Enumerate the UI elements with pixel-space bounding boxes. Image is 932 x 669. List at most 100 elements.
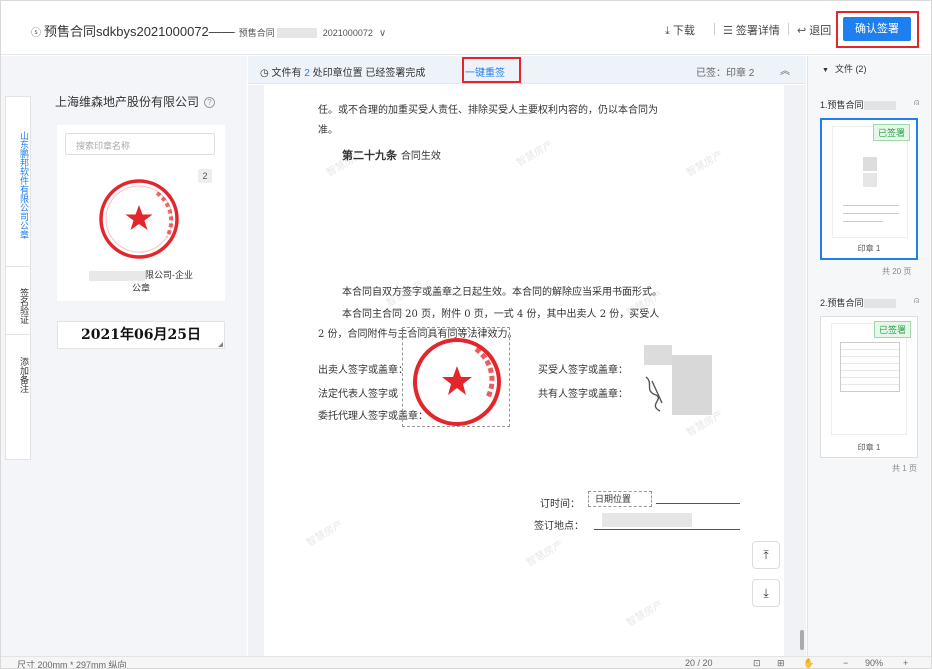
watermark: 智慧房产 (304, 519, 346, 549)
notice-suffix: 处印章位置 已经签署完成 (312, 68, 426, 79)
redacted-block (276, 27, 317, 38)
list-icon: ☰ (723, 25, 733, 37)
seller-rep-label: 法定代表人签字或 (318, 389, 398, 400)
files-header-label: 文件 (2) (834, 64, 867, 74)
thumbnail-caption: 印章 1 (857, 244, 881, 253)
thumbnail-line (843, 221, 883, 222)
sign-place-label: 签订地点： (534, 521, 584, 532)
seal-name-line2: 公章 (131, 283, 150, 293)
zoom-out-button[interactable]: − (843, 658, 848, 668)
page-count: 共 1 页 (892, 464, 917, 473)
redacted-block (602, 513, 692, 527)
page-size: 尺寸 200mm * 297mm 纵向 (17, 660, 127, 669)
handwritten-signature (645, 376, 663, 412)
document-title[interactable]: ⓢ 预售合同sdkbys2021000072—— 预售合同 2021000072 ∨ (31, 21, 386, 40)
sign-details-label: 签署详情 (735, 25, 780, 37)
seller-sign-label: 出卖人签字或盖章： (318, 365, 408, 376)
article-heading: 第二十九条 合同生效 (342, 147, 441, 163)
date-stamp[interactable]: 2021年06月25日 (57, 321, 225, 349)
tab-company-seal[interactable]: 山东鹏邦软件有限公司公章 (6, 101, 30, 267)
app-window: ⓢ 预售合同sdkbys2021000072—— 预售合同 2021000072 ∨ ⤓… (0, 0, 932, 669)
thumbnail-page (831, 323, 907, 435)
file-thumbnail[interactable]: 已签署 印章 1 (820, 118, 918, 260)
notice-bar: ◷ 文件有 2 处印章位置 已经签署完成 一键重签 已签：印章 2 ︽ (248, 56, 806, 84)
resize-corner-icon[interactable] (218, 342, 223, 347)
watermark: 智慧房产 (514, 139, 556, 169)
doc-line: 任。或不合理的加重买受人责任、排除买受人主要权利内容的，仍以本合同为 (318, 105, 658, 116)
file-thumbnail[interactable]: 已签署 印章 1 (820, 316, 918, 458)
scrollbar[interactable] (800, 630, 804, 650)
placed-seal-icon[interactable] (410, 335, 504, 429)
article-title: 合同生效 (400, 151, 441, 162)
divider (714, 23, 715, 35)
company-name: 上海维森地产股份有限公司? (55, 93, 216, 110)
clock-icon: ◷ (260, 68, 269, 79)
document-viewer[interactable]: 智慧房产 智慧房产 智慧房产 智慧房产 智慧房产 智慧房产 智慧房产 智慧房产 … (248, 85, 806, 656)
tab-signature-verify[interactable]: 签名验证 (6, 273, 30, 335)
company-label: 上海维森地产股份有限公司 (55, 95, 200, 109)
return-icon: ↩ (797, 25, 807, 37)
thumbnail-line (843, 213, 899, 214)
title-sub: 预售合同 (238, 28, 275, 38)
tab-add-note[interactable]: 添加备注 (6, 343, 30, 403)
page-indicator: 20 / 20 (685, 658, 713, 668)
sign-time-label: 订时间： (540, 499, 580, 510)
file-item[interactable]: 1.预售合同 ⍝ (820, 97, 919, 111)
watermark: 智慧房产 (684, 149, 726, 179)
buyer-common-label: 共有人签字或盖章： (538, 389, 628, 400)
fit-width-icon[interactable]: ⊡ (753, 658, 761, 668)
doc-line: 准。 (318, 125, 338, 136)
redacted-block (863, 299, 896, 309)
title-icon: ⓢ (31, 28, 41, 39)
zoom-in-button[interactable]: + (903, 658, 908, 668)
right-panel: ▼ 文件 (2) 1.预售合同 ⍝ 已签署 印章 1 共 20 页 2.预售合同 ⍝ … (807, 56, 931, 656)
file-name: 2.预售合同 (820, 298, 864, 308)
doc-line: 本合同自双方签字或盖章之日起生效。本合同的解除应当采用书面形式。 (342, 287, 662, 298)
redacted-block (644, 345, 672, 365)
notice-message: ◷ 文件有 2 处印章位置 已经签署完成 (260, 64, 425, 79)
thumbnail-caption: 印章 1 (857, 443, 881, 452)
seal-stamp-icon[interactable] (97, 177, 181, 261)
underline (594, 529, 740, 530)
title-main: 预售合同sdkbys2021000072—— (44, 24, 235, 39)
redacted-block (863, 101, 896, 111)
buyer-sign-label: 买受人签字或盖章： (538, 365, 628, 376)
notice-prefix: 文件有 (271, 68, 302, 79)
watermark: 智慧房产 (624, 599, 666, 629)
files-header[interactable]: ▼ 文件 (2) (822, 62, 866, 75)
fit-page-icon[interactable]: ⊞ (777, 658, 785, 668)
scroll-bottom-icon[interactable]: ⤓ (752, 579, 780, 607)
thumbnail-line (843, 205, 899, 206)
caret-down-icon: ▼ (822, 67, 829, 74)
top-header: ⓢ 预售合同sdkbys2021000072—— 预售合同 2021000072 ∨ ⤓… (1, 1, 931, 55)
help-icon[interactable]: ? (204, 97, 216, 109)
divider (788, 23, 789, 35)
thumbnail-page (832, 126, 908, 238)
hand-tool-icon[interactable]: ✋ (803, 658, 814, 668)
seal-name: 限公司-企业 公章 (65, 269, 217, 295)
signed-badge: 已签署 (872, 124, 910, 141)
watermark: 智慧房产 (524, 539, 566, 569)
seal-count-badge: 2 (198, 169, 212, 183)
signed-status: 已签：印章 2 (696, 68, 755, 79)
return-button[interactable]: ↩ 退回 (797, 22, 831, 38)
file-name: 1.预售合同 (820, 100, 864, 110)
document-page: 智慧房产 智慧房产 智慧房产 智慧房产 智慧房产 智慧房产 智慧房产 智慧房产 … (264, 85, 784, 656)
signed-badge: 已签署 (873, 321, 911, 338)
vertical-tabs: 山东鹏邦软件有限公司公章 签名验证 添加备注 (5, 96, 31, 460)
date-stamp-text: 2021年06月25日 (81, 327, 201, 343)
download-button[interactable]: ⤓ 下载 (665, 22, 695, 38)
sign-details-button[interactable]: ☰ 签署详情 (723, 22, 780, 38)
date-position-box[interactable]: 日期位置 (588, 491, 652, 507)
scroll-top-icon[interactable]: ⤒ (752, 541, 780, 569)
seal-card[interactable]: 搜索印章名称 2 限公司-企业 公章 (57, 125, 225, 301)
redacted-block (863, 173, 877, 187)
seal-search-input[interactable]: 搜索印章名称 (65, 133, 215, 155)
thumbnail-table (840, 342, 900, 392)
collapse-icon[interactable]: ︽ (780, 62, 790, 77)
article-number: 第二十九条 (342, 149, 397, 162)
highlight-box (462, 57, 521, 83)
status-footer: 尺寸 200mm * 297mm 纵向 20 / 20 ⊡ ⊞ ✋ − 90% … (1, 656, 931, 669)
chevron-down-icon[interactable]: ∨ (379, 28, 386, 39)
file-item[interactable]: 2.预售合同 ⍝ (820, 295, 919, 309)
